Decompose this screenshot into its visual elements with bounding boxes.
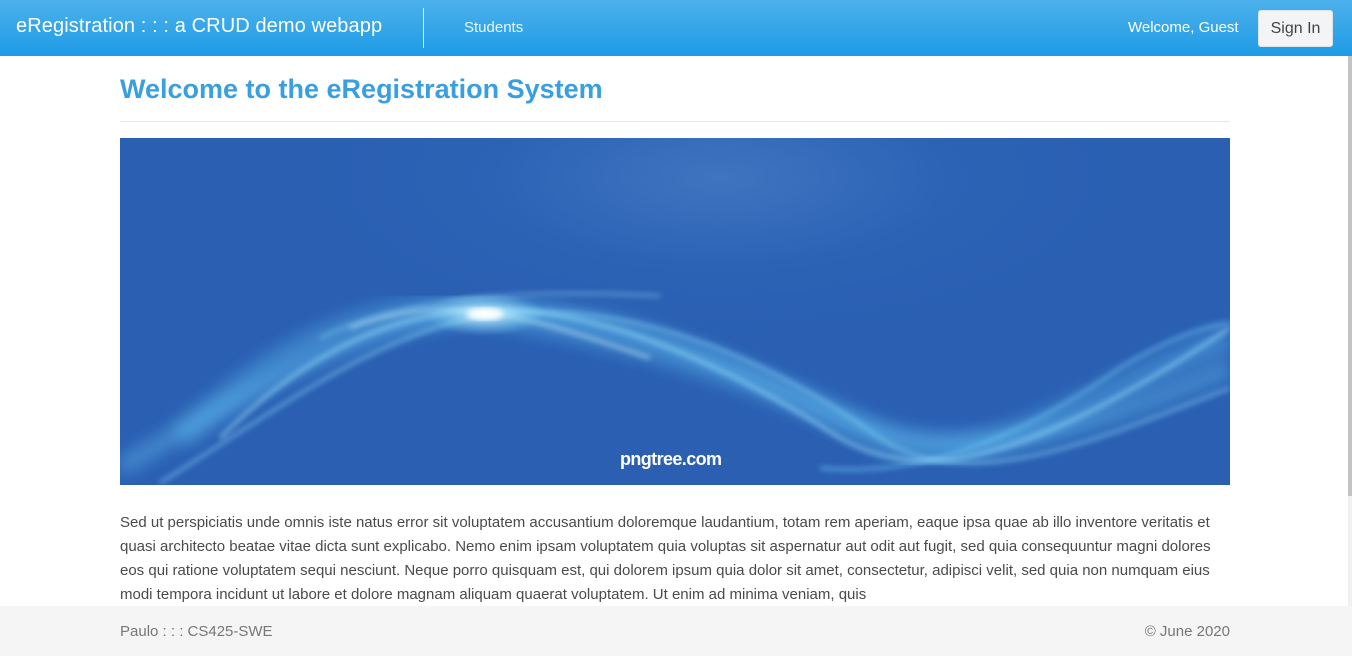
top-navbar: eRegistration : : : a CRUD demo webapp S…	[0, 0, 1352, 56]
sign-in-button[interactable]: Sign In	[1258, 10, 1333, 47]
wave-graphic	[120, 292, 1230, 485]
intro-paragraph: Sed ut perspiciatis unde omnis iste natu…	[120, 514, 1211, 603]
footer-author: Paulo : : : CS425-SWE	[120, 623, 273, 640]
footer: Paulo : : : CS425-SWE © June 2020	[0, 606, 1352, 656]
welcome-text: Welcome, Guest	[1128, 19, 1239, 36]
banner-watermark: pngtree.com	[620, 449, 722, 469]
scrollbar-thumb[interactable]	[1348, 56, 1352, 496]
title-divider	[120, 121, 1230, 122]
brand-link[interactable]: eRegistration : : : a CRUD demo webapp	[16, 15, 382, 38]
footer-copyright: © June 2020	[1144, 623, 1230, 640]
nav-item-students[interactable]: Students	[464, 19, 523, 36]
banner-image: pngtree.com	[120, 138, 1230, 485]
page-title: Welcome to the eRegistration System	[120, 74, 603, 104]
nav-divider	[423, 8, 424, 48]
